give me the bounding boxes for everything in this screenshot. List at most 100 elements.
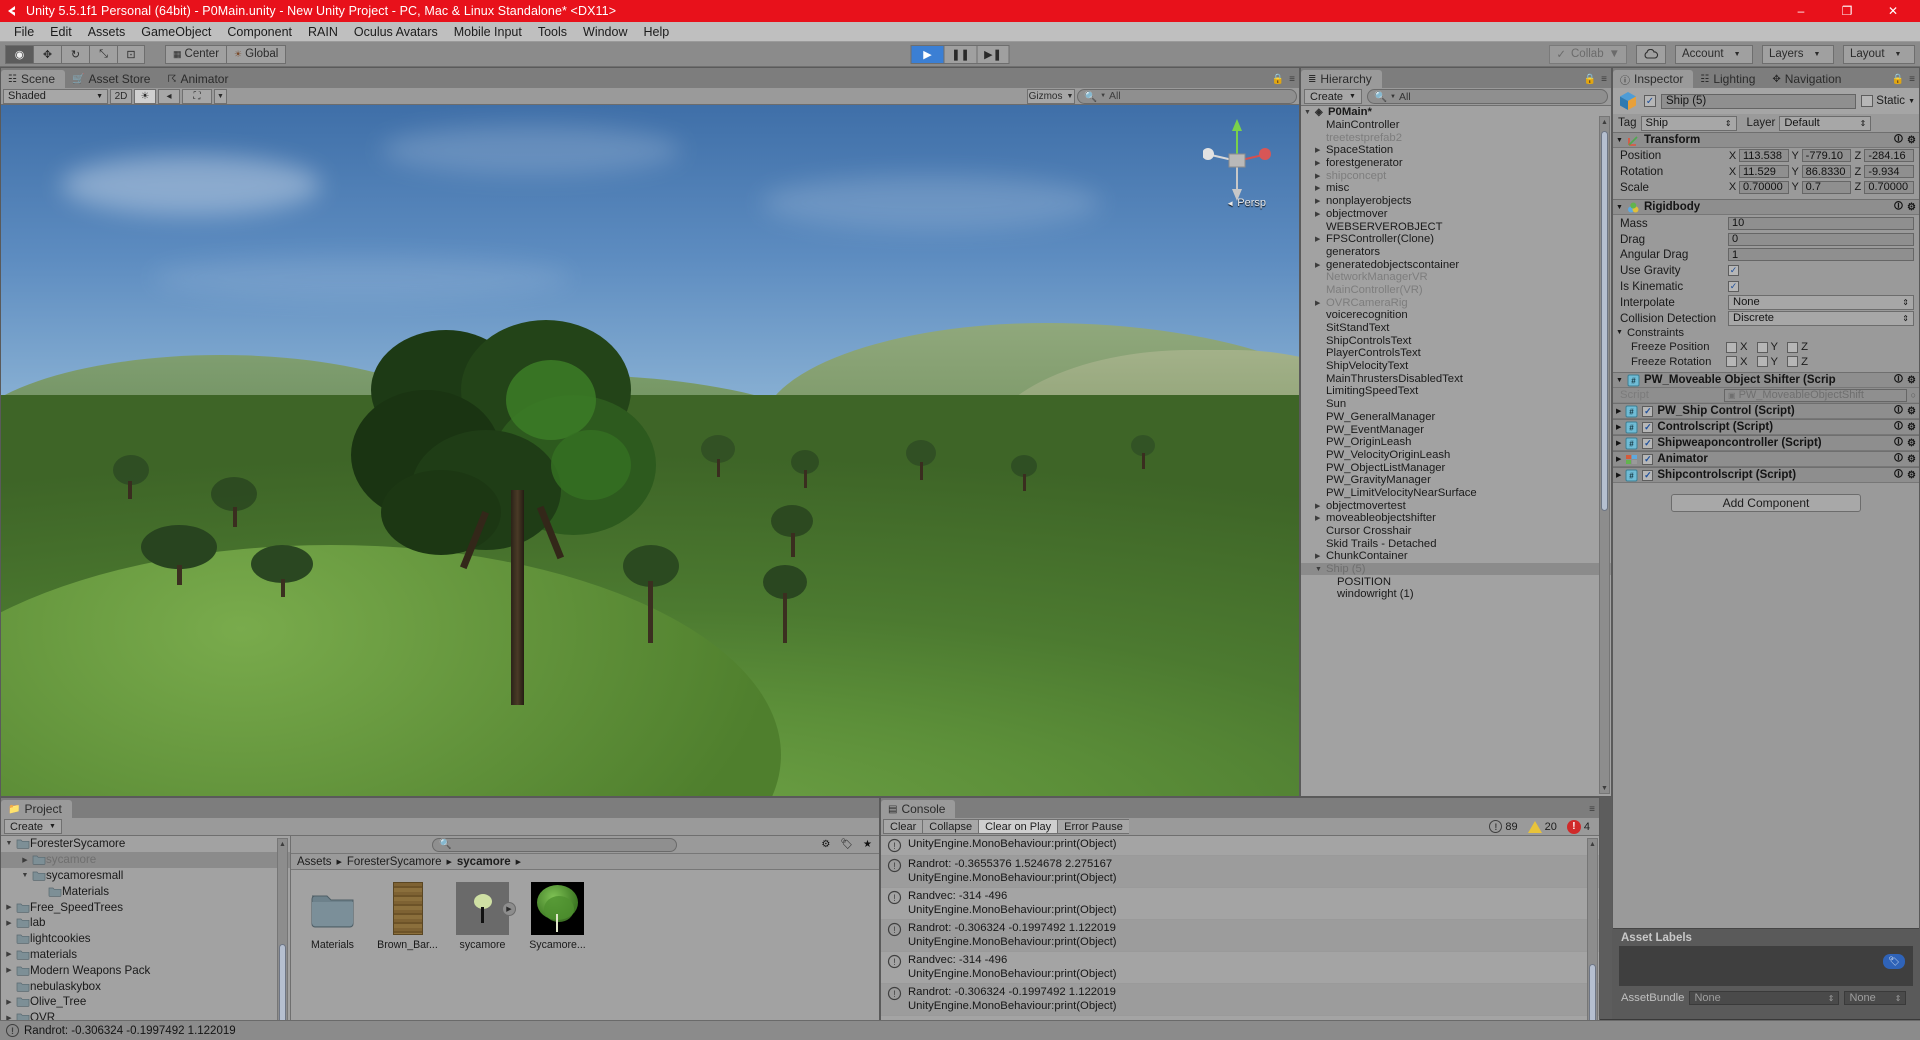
console-message[interactable]: ! Randrot: -0.306324 -0.1997492 1.122019 U… (881, 920, 1599, 952)
interpolate-dropdown[interactable]: None ⇕ (1728, 294, 1914, 310)
hierarchy-tab-menu[interactable]: 🔒 ≡ (1584, 74, 1607, 85)
scene-fx-dropdown[interactable]: ⛶ (182, 88, 212, 104)
object-enabled-checkbox[interactable]: ✓ (1644, 95, 1656, 107)
freeze-position-x[interactable]: X (1726, 341, 1748, 353)
project-folder-item[interactable]: ▼ ForesterSycamore (1, 836, 290, 852)
gear-icon[interactable]: ⚙ (1907, 422, 1916, 433)
console-clear-button[interactable]: Clear (883, 819, 923, 834)
controlscript-header[interactable]: ▶ # ✓ Controlscript (Script) 🛈 ⚙ (1613, 419, 1919, 436)
expand-arrow-icon[interactable]: ▶ (3, 919, 15, 927)
expand-arrow-icon[interactable]: ▶ (1315, 552, 1326, 560)
expand-arrow-icon[interactable]: ▶ (1315, 299, 1326, 307)
expand-arrow-icon[interactable]: ▼ (19, 872, 31, 879)
hierarchy-item[interactable]: PW_VelocityOriginLeash (1301, 449, 1611, 462)
hierarchy-item[interactable]: PW_EventManager (1301, 423, 1611, 436)
freeze-position-z[interactable]: Z (1787, 341, 1808, 353)
pw-ship-control-header[interactable]: ▶ # ✓ PW_Ship Control (Script) 🛈 ⚙ (1613, 403, 1919, 420)
hierarchy-search-input[interactable]: 🔍 ▼ All (1366, 89, 1608, 104)
scale-tool-button[interactable]: ⤡ (89, 44, 117, 64)
project-folder-item[interactable]: ▶ Free_SpeedTrees (1, 899, 290, 915)
gear-icon[interactable]: ⚙ (1907, 470, 1916, 481)
collapse-arrow-icon[interactable]: ▼ (1616, 137, 1623, 144)
hierarchy-item[interactable]: MainController (1301, 119, 1611, 132)
rotation-y-field[interactable]: 86.8330 (1801, 165, 1852, 179)
tab-lighting[interactable]: ☷ Lighting (1693, 70, 1766, 88)
console-scrollbar[interactable]: ▲ ▼ (1587, 838, 1598, 1040)
inspector-tab-menu[interactable]: 🔒 ≡ (1892, 74, 1915, 85)
expand-arrow-icon[interactable]: ▶ (1315, 210, 1326, 218)
assetbundle-dropdown[interactable]: None ⇕ (1689, 991, 1840, 1005)
tag-dropdown[interactable]: Ship ⇕ (1640, 115, 1737, 131)
hierarchy-item[interactable]: WEBSERVEROBJECT (1301, 220, 1611, 233)
project-folder-item[interactable]: Materials (1, 883, 290, 899)
layer-dropdown[interactable]: Default ⇕ (1779, 115, 1872, 131)
close-button[interactable]: ✕ (1870, 0, 1916, 22)
console-message[interactable]: ! Randrot: -0.306324 -0.1997492 1.122019 U… (881, 984, 1599, 1016)
scene-tab-menu[interactable]: 🔒 ≡ (1272, 74, 1295, 85)
status-bar[interactable]: ! Randrot: -0.306324 -0.1997492 1.122019 (0, 1020, 1920, 1040)
expand-arrow-icon[interactable]: ▶ (1315, 172, 1326, 180)
hierarchy-item[interactable]: PW_LimitVelocityNearSurface (1301, 487, 1611, 500)
freeze-rot-x-checkbox[interactable] (1726, 356, 1737, 368)
project-create-button[interactable]: Create ▼ (4, 819, 62, 834)
menu-edit[interactable]: Edit (42, 24, 80, 40)
tab-console[interactable]: ▤ Console (881, 800, 956, 818)
tab-asset-store[interactable]: 🛒 Asset Store (65, 70, 161, 88)
hierarchy-item[interactable]: ▼ Ship (5) (1301, 562, 1611, 576)
hierarchy-item[interactable]: PW_ObjectListManager (1301, 461, 1611, 474)
menu-window[interactable]: Window (575, 24, 635, 40)
expand-arrow-icon[interactable]: ▶ (1315, 159, 1326, 167)
console-clear-on-play-button[interactable]: Clear on Play (978, 819, 1058, 834)
console-tab-menu[interactable]: ≡ (1589, 804, 1595, 815)
collab-button[interactable]: ✓ Collab ▼ (1549, 44, 1627, 64)
project-folder-item[interactable]: lightcookies (1, 931, 290, 947)
hierarchy-scroll-thumb[interactable] (1601, 131, 1608, 511)
panel-menu-icon[interactable]: ≡ (1909, 74, 1915, 85)
asset-item-sycamore-model[interactable]: ▶ sycamore (451, 882, 516, 951)
assetbundle-variant-dropdown[interactable]: None ⇕ (1844, 991, 1907, 1005)
project-folder-item[interactable]: ▶ Modern Weapons Pack (1, 962, 290, 978)
mass-field[interactable]: 10 (1728, 216, 1914, 230)
help-icon[interactable]: 🛈 (1894, 451, 1903, 467)
gear-icon[interactable]: ⚙ (1907, 438, 1916, 449)
gear-icon[interactable]: ⚙ (1907, 454, 1916, 465)
use-gravity-checkbox[interactable]: ✓ (1728, 265, 1739, 277)
collision-dropdown[interactable]: Discrete ⇕ (1728, 310, 1914, 326)
static-checkbox[interactable] (1861, 95, 1874, 107)
expand-arrow-icon[interactable]: ▶ (3, 998, 15, 1006)
menu-rain[interactable]: RAIN (300, 24, 346, 40)
lock-icon[interactable]: 🔒 (1272, 74, 1284, 85)
cloud-services-button[interactable] (1636, 44, 1666, 64)
hierarchy-item[interactable]: PW_OriginLeash (1301, 436, 1611, 449)
hierarchy-item[interactable]: SitStandText (1301, 322, 1611, 335)
breadcrumb-assets[interactable]: Assets (297, 856, 332, 868)
hierarchy-item[interactable]: ▼ ◈ P0Main* (1301, 106, 1611, 119)
help-icon[interactable]: 🛈 (1894, 419, 1903, 435)
component-enabled-checkbox[interactable]: ✓ (1642, 453, 1654, 465)
expand-arrow-icon[interactable]: ▶ (1616, 471, 1621, 479)
component-enabled-checkbox[interactable]: ✓ (1642, 421, 1654, 433)
expand-arrow-icon[interactable]: ▶ (3, 950, 15, 958)
scroll-down-icon[interactable]: ▼ (1600, 783, 1609, 793)
expand-arrow-icon[interactable]: ▶ (1315, 514, 1326, 522)
help-icon[interactable]: 🛈 (1894, 372, 1903, 388)
hierarchy-item[interactable]: treetestprefab2 (1301, 131, 1611, 144)
menu-oculus-avatars[interactable]: Oculus Avatars (346, 24, 446, 40)
project-folder-item[interactable]: ▶ Olive_Tree (1, 994, 290, 1010)
freeze-position-y[interactable]: Y (1756, 341, 1778, 353)
object-picker-icon[interactable]: ○ (1911, 390, 1916, 400)
expand-arrow-icon[interactable]: ▶ (1616, 455, 1621, 463)
expand-arrow-icon[interactable]: ▶ (1315, 146, 1326, 154)
2d-toggle-button[interactable]: 2D (110, 88, 132, 104)
gear-icon[interactable]: ⚙ (1907, 135, 1916, 146)
expand-arrow-icon[interactable]: ▼ (3, 840, 15, 847)
transform-component-header[interactable]: ▼ Transform 🛈 ⚙ (1613, 132, 1919, 148)
scene-audio-toggle[interactable]: ◂ (158, 88, 180, 104)
hierarchy-item[interactable]: ▶ ChunkContainer (1301, 550, 1611, 563)
move-tool-button[interactable]: ✥ (33, 44, 61, 64)
hierarchy-item[interactable]: ▶ moveableobjectshifter (1301, 512, 1611, 525)
gizmos-dropdown[interactable]: Gizmos ▼ (1027, 88, 1075, 104)
freeze-pos-x-checkbox[interactable] (1726, 341, 1737, 353)
menu-tools[interactable]: Tools (530, 24, 575, 40)
hierarchy-item[interactable]: MainThrustersDisabledText (1301, 372, 1611, 385)
